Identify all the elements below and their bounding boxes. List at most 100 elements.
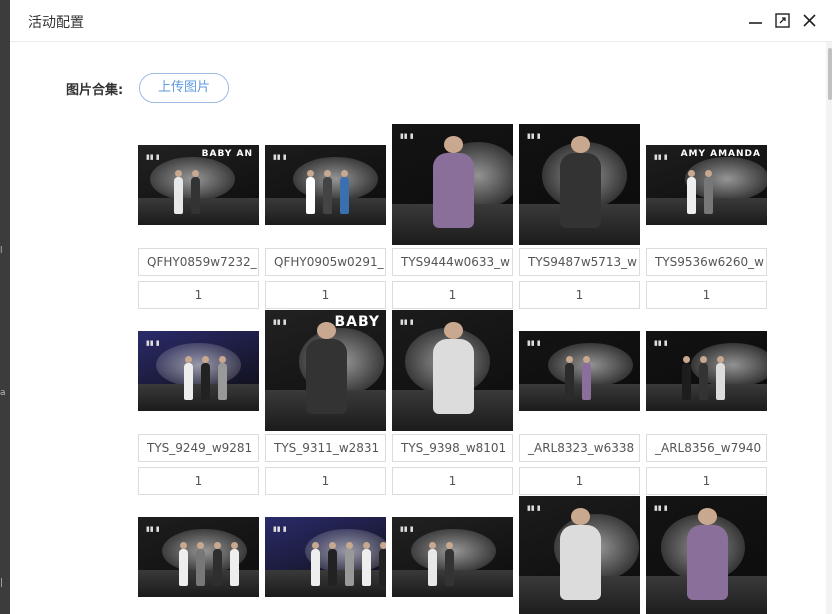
image-name-field[interactable]: QFHY0905w0291_ (265, 248, 386, 276)
runway-photo[interactable]: ▮▮ ▮ (519, 124, 640, 245)
model-figure (183, 356, 193, 400)
scrollbar-thumb[interactable] (828, 48, 832, 100)
image-count-field[interactable]: 1 (265, 281, 386, 309)
image-name-field[interactable]: TYS_9398_w8101 (392, 434, 513, 462)
model-figure (327, 542, 337, 586)
runway-floor (138, 383, 259, 411)
image-frame: ▮▮ ▮ (265, 496, 386, 614)
window-controls (737, 12, 818, 29)
backdrop-screen: ▮▮ ▮ (527, 339, 541, 347)
runway-photo[interactable]: ▮▮ ▮ (519, 331, 640, 411)
model-figure (196, 542, 206, 586)
runway-photo[interactable]: ▮▮ ▮ (646, 496, 767, 614)
brand-text: BABY (334, 314, 380, 330)
scrollbar-track[interactable] (826, 42, 832, 614)
backdrop-screen: ▮▮ ▮ (400, 132, 414, 140)
image-frame: ▮▮ ▮ AMY AMANDA (646, 124, 767, 245)
model-figure (560, 525, 602, 601)
model-figure (433, 339, 475, 415)
dialog-title: 活动配置 (28, 15, 84, 31)
image-frame: ▮▮ ▮ (519, 496, 640, 614)
model-figure (217, 356, 227, 400)
stage-light (684, 157, 767, 201)
runway-photo[interactable]: ▮▮ ▮ BABY (265, 310, 386, 431)
image-count-field[interactable]: 1 (519, 467, 640, 495)
image-name-field[interactable]: TYS9536w6260_w (646, 248, 767, 276)
model-figure (344, 542, 354, 586)
maximize-icon[interactable] (774, 12, 791, 29)
model-figure (445, 542, 455, 586)
backdrop-screen: ▮▮ ▮ (273, 153, 287, 161)
backdrop-screen: ▮▮ ▮ (654, 153, 668, 161)
minimize-icon[interactable] (747, 12, 764, 29)
backdrop-screen: ▮▮ ▮ (654, 504, 668, 512)
backdrop-screen: ▮▮ ▮ (527, 132, 541, 140)
image-frame: ▮▮ ▮ (392, 124, 513, 245)
runway-floor (519, 383, 640, 411)
model-figure (564, 356, 574, 400)
image-count-field[interactable]: 1 (265, 467, 386, 495)
model-figure (716, 356, 726, 400)
image-frame: ▮▮ ▮ (392, 496, 513, 614)
image-count-field[interactable]: 1 (646, 467, 767, 495)
runway-photo[interactable]: ▮▮ ▮ (392, 310, 513, 431)
backdrop-screen: ▮▮ ▮ (146, 153, 160, 161)
model-figure (179, 542, 189, 586)
image-count-field[interactable]: 1 (519, 281, 640, 309)
brand-text: AMY AMANDA (680, 149, 761, 159)
image-count-field[interactable]: 1 (646, 281, 767, 309)
runway-photo[interactable]: ▮▮ ▮ (646, 331, 767, 411)
runway-photo[interactable]: ▮▮ ▮ BABY AN (138, 145, 259, 225)
runway-photo[interactable]: ▮▮ ▮ (519, 496, 640, 614)
model-figure (229, 542, 239, 586)
backdrop-screen: ▮▮ ▮ (527, 504, 541, 512)
model-figure (581, 356, 591, 400)
model-figure (433, 153, 475, 229)
brand-text: BABY AN (201, 149, 253, 159)
model-figure (687, 170, 697, 214)
image-frame: ▮▮ ▮ (519, 310, 640, 431)
close-icon[interactable] (801, 12, 818, 29)
image-frame: ▮▮ ▮ (392, 310, 513, 431)
runway-photo[interactable]: ▮▮ ▮ (265, 517, 386, 597)
image-count-field[interactable]: 1 (392, 467, 513, 495)
model-figure (310, 542, 320, 586)
backdrop-mark: a (0, 388, 6, 398)
runway-photo[interactable]: ▮▮ ▮ (138, 331, 259, 411)
image-name-field[interactable]: TYS9487w5713_w (519, 248, 640, 276)
image-name-field[interactable]: TYS9444w0633_w (392, 248, 513, 276)
image-count-field[interactable]: 1 (138, 281, 259, 309)
model-figure (174, 170, 184, 214)
upload-image-button[interactable]: 上传图片 (139, 73, 229, 103)
backdrop-screen: ▮▮ ▮ (654, 339, 668, 347)
backdrop-mark: | (0, 578, 4, 588)
image-name-field[interactable]: TYS_9311_w2831 (265, 434, 386, 462)
backdrop-screen: ▮▮ ▮ (400, 525, 414, 533)
image-name-field[interactable]: TYS_9249_w9281 (138, 434, 259, 462)
image-name-field[interactable]: _ARL8323_w6338 (519, 434, 640, 462)
model-figure (704, 170, 714, 214)
image-frame: ▮▮ ▮ (138, 496, 259, 614)
runway-photo[interactable]: ▮▮ ▮ AMY AMANDA (646, 145, 767, 225)
model-figure (191, 170, 201, 214)
model-figure (306, 339, 348, 415)
backdrop-screen: ▮▮ ▮ (273, 318, 287, 326)
runway-photo[interactable]: ▮▮ ▮ (392, 517, 513, 597)
image-count-field[interactable]: 1 (392, 281, 513, 309)
image-frame: ▮▮ ▮ BABY AN (138, 124, 259, 245)
image-frame: ▮▮ ▮ (138, 310, 259, 431)
runway-photo[interactable]: ▮▮ ▮ (392, 124, 513, 245)
image-frame: ▮▮ ▮ (646, 310, 767, 431)
image-frame: ▮▮ ▮ BABY (265, 310, 386, 431)
model-figure (306, 170, 316, 214)
image-collection-label: 图片合集: (66, 83, 124, 98)
model-figure (428, 542, 438, 586)
image-count-field[interactable]: 1 (138, 467, 259, 495)
backdrop-screen: ▮▮ ▮ (146, 339, 160, 347)
image-name-field[interactable]: _ARL8356_w7940 (646, 434, 767, 462)
model-figure (378, 542, 386, 586)
model-figure (361, 542, 371, 586)
image-name-field[interactable]: QFHY0859w7232_ (138, 248, 259, 276)
runway-photo[interactable]: ▮▮ ▮ (265, 145, 386, 225)
runway-photo[interactable]: ▮▮ ▮ (138, 517, 259, 597)
